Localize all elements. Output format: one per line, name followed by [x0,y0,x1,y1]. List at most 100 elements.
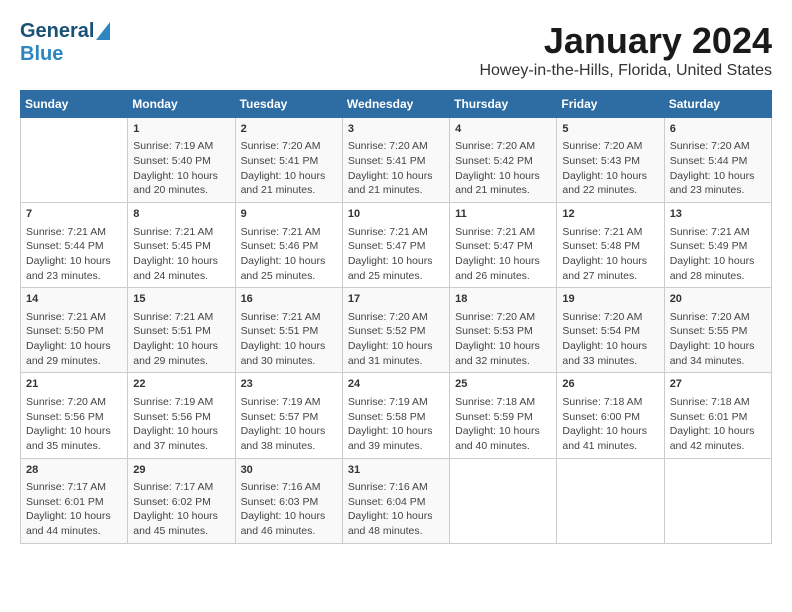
day-number: 29 [133,463,229,478]
day-info: Sunrise: 7:21 AMSunset: 5:50 PMDaylight:… [26,310,122,369]
logo: General Blue [20,20,110,66]
calendar-header-tuesday: Tuesday [235,91,342,118]
day-info: Sunrise: 7:18 AMSunset: 5:59 PMDaylight:… [455,395,551,454]
calendar-table: SundayMondayTuesdayWednesdayThursdayFrid… [20,90,772,544]
day-number: 25 [455,377,551,392]
day-number: 18 [455,292,551,307]
calendar-week-3: 14 Sunrise: 7:21 AMSunset: 5:50 PMDayligh… [21,288,772,373]
title-area: January 2024 Howey-in-the-Hills, Florida… [479,20,772,80]
day-info: Sunrise: 7:21 AMSunset: 5:47 PMDaylight:… [348,225,444,284]
calendar-header-thursday: Thursday [450,91,557,118]
day-number: 16 [241,292,337,307]
day-info: Sunrise: 7:19 AMSunset: 5:40 PMDaylight:… [133,139,229,198]
day-number: 23 [241,377,337,392]
day-info: Sunrise: 7:20 AMSunset: 5:42 PMDaylight:… [455,139,551,198]
page-title: January 2024 [479,20,772,62]
day-info: Sunrise: 7:20 AMSunset: 5:52 PMDaylight:… [348,310,444,369]
day-info: Sunrise: 7:20 AMSunset: 5:53 PMDaylight:… [455,310,551,369]
day-number: 15 [133,292,229,307]
day-info: Sunrise: 7:20 AMSunset: 5:43 PMDaylight:… [562,139,658,198]
calendar-cell: 26 Sunrise: 7:18 AMSunset: 6:00 PMDayligh… [557,373,664,458]
day-number: 5 [562,122,658,137]
calendar-cell: 13 Sunrise: 7:21 AMSunset: 5:49 PMDayligh… [664,203,771,288]
day-info: Sunrise: 7:19 AMSunset: 5:57 PMDaylight:… [241,395,337,454]
day-number: 19 [562,292,658,307]
calendar-cell: 8 Sunrise: 7:21 AMSunset: 5:45 PMDaylight… [128,203,235,288]
day-number: 8 [133,207,229,222]
calendar-week-1: 1 Sunrise: 7:19 AMSunset: 5:40 PMDaylight… [21,118,772,203]
day-info: Sunrise: 7:19 AMSunset: 5:58 PMDaylight:… [348,395,444,454]
day-number: 31 [348,463,444,478]
day-info: Sunrise: 7:20 AMSunset: 5:41 PMDaylight:… [348,139,444,198]
calendar-header-saturday: Saturday [664,91,771,118]
day-info: Sunrise: 7:20 AMSunset: 5:44 PMDaylight:… [670,139,766,198]
day-info: Sunrise: 7:20 AMSunset: 5:56 PMDaylight:… [26,395,122,454]
calendar-cell: 1 Sunrise: 7:19 AMSunset: 5:40 PMDaylight… [128,118,235,203]
calendar-cell: 7 Sunrise: 7:21 AMSunset: 5:44 PMDaylight… [21,203,128,288]
calendar-cell: 6Sunrise: 7:20 AMSunset: 5:44 PMDaylight… [664,118,771,203]
calendar-cell: 10 Sunrise: 7:21 AMSunset: 5:47 PMDayligh… [342,203,449,288]
calendar-cell: 12 Sunrise: 7:21 AMSunset: 5:48 PMDayligh… [557,203,664,288]
calendar-cell: 31 Sunrise: 7:16 AMSunset: 6:04 PMDayligh… [342,458,449,543]
calendar-cell: 11 Sunrise: 7:21 AMSunset: 5:47 PMDayligh… [450,203,557,288]
day-info: Sunrise: 7:16 AMSunset: 6:04 PMDaylight:… [348,480,444,539]
calendar-cell: 24Sunrise: 7:19 AMSunset: 5:58 PMDayligh… [342,373,449,458]
day-info: Sunrise: 7:19 AMSunset: 5:56 PMDaylight:… [133,395,229,454]
day-number: 9 [241,207,337,222]
calendar-cell: 15 Sunrise: 7:21 AMSunset: 5:51 PMDayligh… [128,288,235,373]
logo-general-text: General [20,20,94,43]
day-info: Sunrise: 7:21 AMSunset: 5:45 PMDaylight:… [133,225,229,284]
calendar-cell: 28Sunrise: 7:17 AMSunset: 6:01 PMDayligh… [21,458,128,543]
day-number: 4 [455,122,551,137]
logo-triangle-icon [96,22,110,40]
day-info: Sunrise: 7:21 AMSunset: 5:51 PMDaylight:… [133,310,229,369]
day-number: 13 [670,207,766,222]
day-info: Sunrise: 7:21 AMSunset: 5:49 PMDaylight:… [670,225,766,284]
day-info: Sunrise: 7:18 AMSunset: 6:00 PMDaylight:… [562,395,658,454]
calendar-cell: 19 Sunrise: 7:20 AMSunset: 5:54 PMDayligh… [557,288,664,373]
calendar-cell: 14 Sunrise: 7:21 AMSunset: 5:50 PMDayligh… [21,288,128,373]
day-info: Sunrise: 7:16 AMSunset: 6:03 PMDaylight:… [241,480,337,539]
calendar-cell: 9Sunrise: 7:21 AMSunset: 5:46 PMDaylight… [235,203,342,288]
day-number: 21 [26,377,122,392]
day-number: 30 [241,463,337,478]
day-number: 1 [133,122,229,137]
day-number: 14 [26,292,122,307]
day-number: 12 [562,207,658,222]
day-number: 28 [26,463,122,478]
calendar-week-5: 28Sunrise: 7:17 AMSunset: 6:01 PMDayligh… [21,458,772,543]
calendar-cell: 25 Sunrise: 7:18 AMSunset: 5:59 PMDayligh… [450,373,557,458]
calendar-cell [664,458,771,543]
logo-blue-text: Blue [20,43,63,66]
calendar-cell: 23 Sunrise: 7:19 AMSunset: 5:57 PMDayligh… [235,373,342,458]
calendar-cell: 22Sunrise: 7:19 AMSunset: 5:56 PMDayligh… [128,373,235,458]
calendar-week-2: 7 Sunrise: 7:21 AMSunset: 5:44 PMDaylight… [21,203,772,288]
day-number: 7 [26,207,122,222]
day-info: Sunrise: 7:21 AMSunset: 5:44 PMDaylight:… [26,225,122,284]
calendar-cell: 4 Sunrise: 7:20 AMSunset: 5:42 PMDaylight… [450,118,557,203]
calendar-cell [450,458,557,543]
calendar-cell [21,118,128,203]
calendar-cell: 16 Sunrise: 7:21 AMSunset: 5:51 PMDayligh… [235,288,342,373]
calendar-week-4: 21 Sunrise: 7:20 AMSunset: 5:56 PMDayligh… [21,373,772,458]
calendar-cell: 20Sunrise: 7:20 AMSunset: 5:55 PMDayligh… [664,288,771,373]
day-number: 26 [562,377,658,392]
calendar-header-wednesday: Wednesday [342,91,449,118]
day-number: 11 [455,207,551,222]
day-info: Sunrise: 7:17 AMSunset: 6:02 PMDaylight:… [133,480,229,539]
header: General Blue January 2024 Howey-in-the-H… [20,20,772,80]
calendar-cell: 3Sunrise: 7:20 AMSunset: 5:41 PMDaylight… [342,118,449,203]
day-info: Sunrise: 7:21 AMSunset: 5:51 PMDaylight:… [241,310,337,369]
day-info: Sunrise: 7:20 AMSunset: 5:55 PMDaylight:… [670,310,766,369]
day-number: 27 [670,377,766,392]
calendar-cell: 21 Sunrise: 7:20 AMSunset: 5:56 PMDayligh… [21,373,128,458]
day-info: Sunrise: 7:20 AMSunset: 5:54 PMDaylight:… [562,310,658,369]
calendar-cell: 18 Sunrise: 7:20 AMSunset: 5:53 PMDayligh… [450,288,557,373]
calendar-header-row: SundayMondayTuesdayWednesdayThursdayFrid… [21,91,772,118]
page-subtitle: Howey-in-the-Hills, Florida, United Stat… [479,62,772,80]
calendar-header-friday: Friday [557,91,664,118]
day-number: 10 [348,207,444,222]
day-info: Sunrise: 7:21 AMSunset: 5:48 PMDaylight:… [562,225,658,284]
day-info: Sunrise: 7:21 AMSunset: 5:47 PMDaylight:… [455,225,551,284]
day-number: 17 [348,292,444,307]
